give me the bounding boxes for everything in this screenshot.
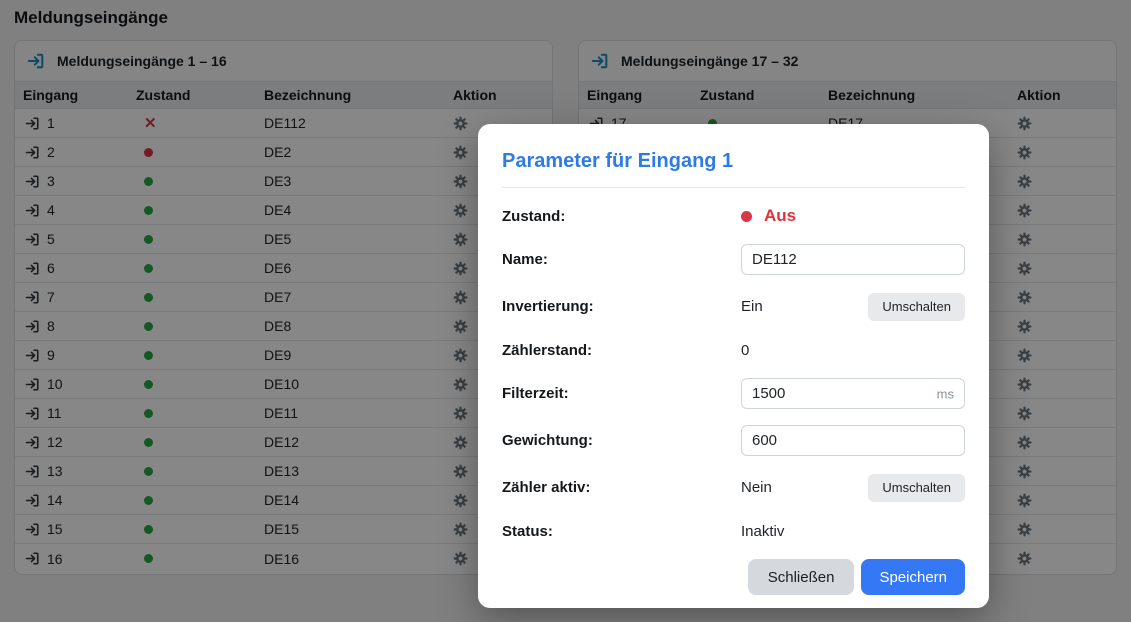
field-row-status: Status: Inaktiv: [502, 519, 965, 543]
invertierung-toggle-button[interactable]: Umschalten: [868, 293, 965, 321]
field-row-filterzeit: Filterzeit: ms: [502, 378, 965, 409]
save-button[interactable]: Speichern: [861, 559, 965, 595]
invertierung-label: Invertierung:: [502, 298, 741, 315]
zaehlerstand-value: 0: [741, 342, 749, 359]
field-row-invertierung: Invertierung: Ein Umschalten: [502, 291, 965, 322]
close-button[interactable]: Schließen: [748, 559, 855, 595]
zustand-value: Aus: [764, 206, 796, 226]
field-row-name: Name:: [502, 244, 965, 275]
field-row-zustand: Zustand: Aus: [502, 204, 965, 228]
status-value: Inaktiv: [741, 523, 784, 540]
gewichtung-label: Gewichtung:: [502, 432, 741, 449]
status-label: Status:: [502, 523, 741, 540]
field-row-zaehlerstand: Zählerstand: 0: [502, 338, 965, 362]
field-row-zaehler-aktiv: Zähler aktiv: Nein Umschalten: [502, 472, 965, 503]
invertierung-value: Ein: [741, 298, 763, 315]
zaehler-aktiv-label: Zähler aktiv:: [502, 479, 741, 496]
zaehler-aktiv-toggle-button[interactable]: Umschalten: [868, 474, 965, 502]
zaehlerstand-label: Zählerstand:: [502, 342, 741, 359]
gewichtung-input[interactable]: [741, 425, 965, 456]
parameter-modal: Parameter für Eingang 1 Zustand: Aus Nam…: [478, 124, 989, 608]
name-label: Name:: [502, 251, 741, 268]
filterzeit-label: Filterzeit:: [502, 385, 741, 402]
field-row-gewichtung: Gewichtung:: [502, 425, 965, 456]
name-input[interactable]: [741, 244, 965, 275]
zaehler-aktiv-value: Nein: [741, 479, 772, 496]
modal-title: Parameter für Eingang 1: [502, 150, 965, 173]
filterzeit-input[interactable]: [741, 378, 965, 409]
zustand-label: Zustand:: [502, 208, 741, 225]
modal-divider: [502, 187, 965, 188]
state-off-icon: [741, 211, 752, 222]
